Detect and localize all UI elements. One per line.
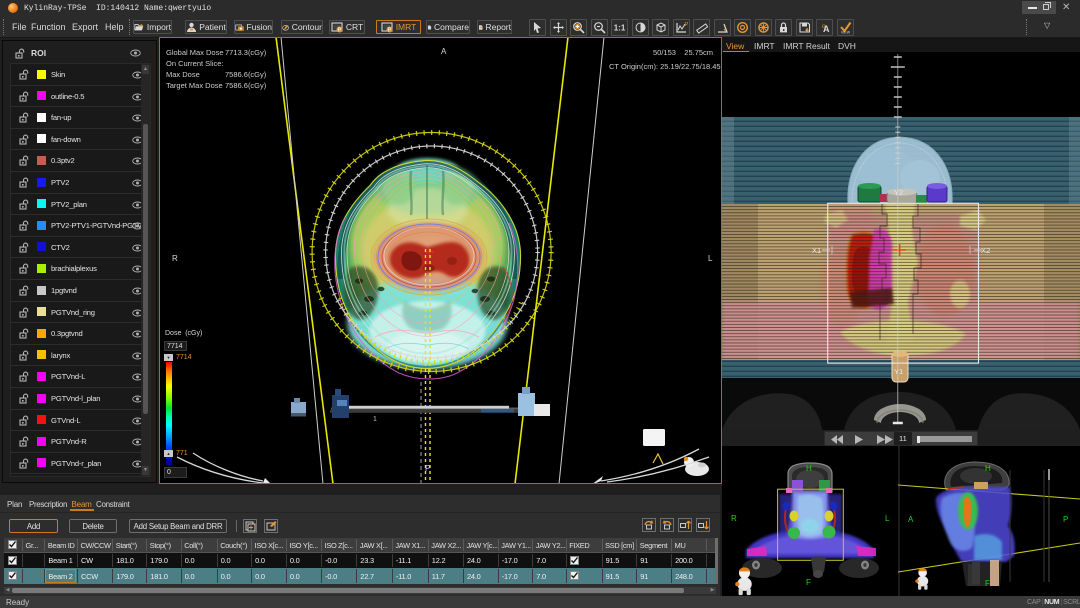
svg-text:P: P: [425, 464, 430, 473]
svg-text:H: H: [985, 464, 991, 473]
svg-text:R: R: [172, 254, 178, 263]
svg-text:H: H: [806, 464, 812, 473]
svg-text:Y2: Y2: [894, 188, 903, 197]
svg-text:X1: X1: [812, 246, 821, 255]
svg-text:F: F: [806, 578, 811, 587]
svg-text:1: 1: [373, 416, 377, 423]
svg-text:P: P: [337, 27, 341, 32]
svg-text:F: F: [985, 579, 990, 588]
svg-text:X2: X2: [981, 246, 990, 255]
svg-text:Y1: Y1: [894, 367, 903, 376]
svg-text:A: A: [441, 47, 447, 56]
svg-text:A: A: [908, 515, 914, 524]
svg-text:A: A: [823, 24, 830, 34]
svg-text:P: P: [1063, 515, 1068, 524]
svg-text:VIEW: VIEW: [840, 31, 850, 35]
svg-text:L: L: [885, 514, 890, 523]
svg-text:P: P: [387, 27, 391, 32]
svg-text:R: R: [731, 514, 737, 523]
svg-text:P: P: [685, 22, 688, 28]
svg-text:L: L: [708, 254, 713, 263]
svg-text:1:1: 1:1: [614, 24, 626, 33]
